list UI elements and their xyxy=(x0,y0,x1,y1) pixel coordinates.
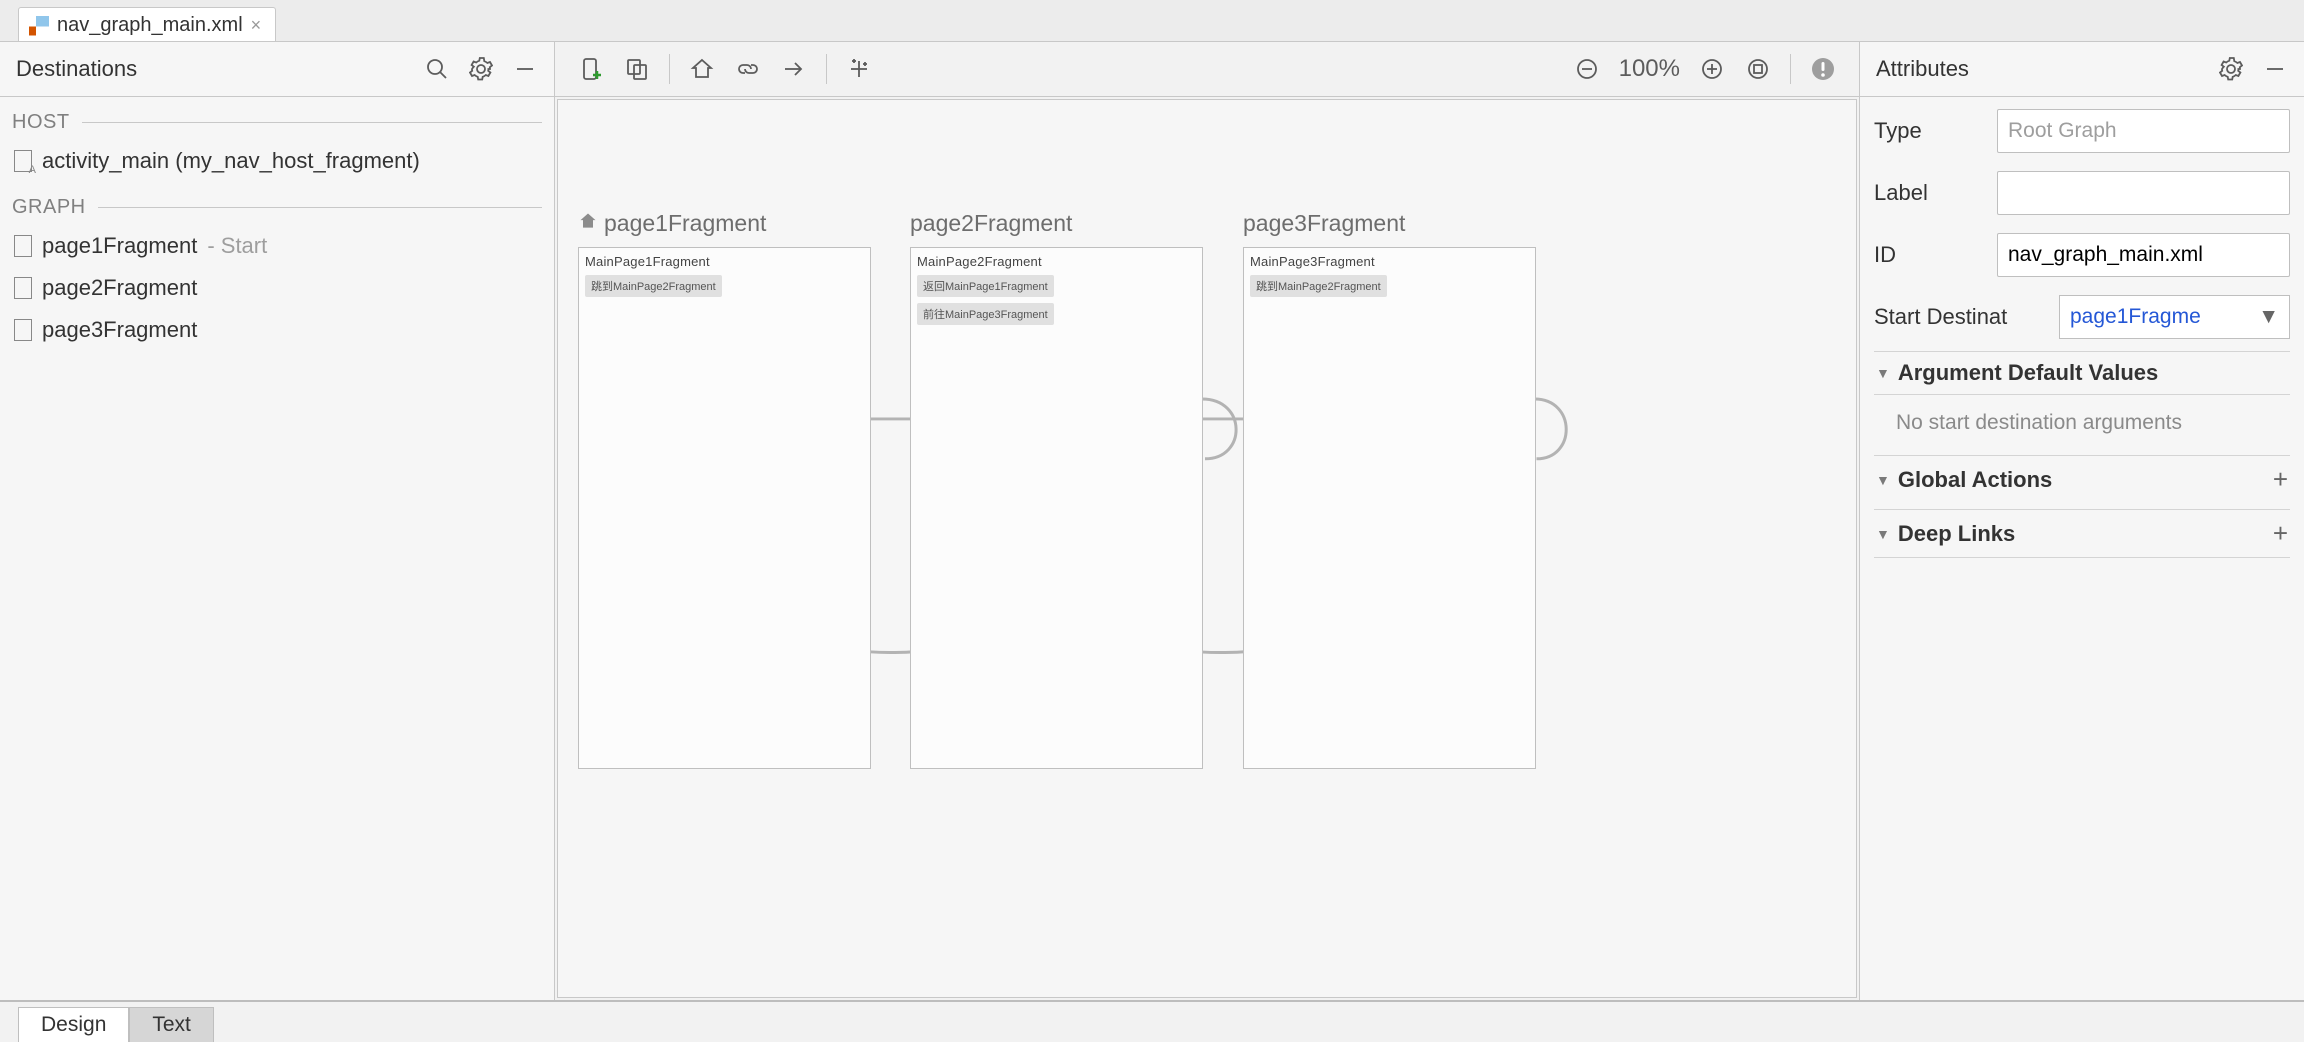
triangle-down-icon: ▼ xyxy=(1876,365,1890,381)
zoom-level[interactable]: 100% xyxy=(1613,55,1686,83)
preview-chip: 前往MainPage3Fragment xyxy=(917,303,1054,325)
section-deep-links[interactable]: ▼ Deep Links + xyxy=(1874,509,2290,558)
canvas-node-page1[interactable]: page1Fragment MainPage1Fragment 跳到MainPa… xyxy=(578,210,871,769)
preview-chip: 跳到MainPage2Fragment xyxy=(585,275,722,297)
toolbar-separator xyxy=(669,54,670,84)
preview-chip: 返回MainPage1Fragment xyxy=(917,275,1054,297)
minimize-icon[interactable] xyxy=(512,56,538,82)
attr-type-label: Type xyxy=(1874,118,1987,144)
activity-icon xyxy=(14,150,32,172)
home-icon xyxy=(578,211,598,237)
tab-text[interactable]: Text xyxy=(129,1007,214,1042)
destinations-title: Destinations xyxy=(16,56,137,82)
attr-start-label: Start Destinat xyxy=(1874,304,2049,330)
canvas-node-preview: MainPage1Fragment 跳到MainPage2Fragment xyxy=(578,247,871,769)
editor-tab-strip: nav_graph_main.xml × xyxy=(0,0,2304,42)
tab-design[interactable]: Design xyxy=(18,1007,129,1042)
preview-chip: 跳到MainPage2Fragment xyxy=(1250,275,1387,297)
attributes-header: Attributes xyxy=(1860,42,2304,97)
editor-pane: 100% xyxy=(555,42,1859,1000)
fragment-icon xyxy=(14,277,32,299)
destinations-header: Destinations xyxy=(0,42,554,97)
action-arrow-icon[interactable] xyxy=(774,49,814,89)
search-icon[interactable] xyxy=(424,56,450,82)
argument-defaults-hint: No start destination arguments xyxy=(1874,401,2290,449)
nested-graph-icon[interactable] xyxy=(617,49,657,89)
destinations-panel: Destinations HOST activity_main (my_nav_… xyxy=(0,42,555,1000)
gear-icon[interactable] xyxy=(468,56,494,82)
graph-item-page2[interactable]: page2Fragment xyxy=(0,267,554,309)
section-header-text: Argument Default Values xyxy=(1898,360,2158,386)
zoom-out-icon[interactable] xyxy=(1567,49,1607,89)
canvas-node-page2[interactable]: page2Fragment MainPage2Fragment 返回MainPa… xyxy=(910,210,1203,769)
host-item-label: activity_main (my_nav_host_fragment) xyxy=(42,148,420,174)
graph-item-label: page2Fragment xyxy=(42,275,197,301)
toolbar-separator xyxy=(826,54,827,84)
attr-start-select[interactable]: page1Fragme ▼ xyxy=(2059,295,2290,339)
graph-item-page3[interactable]: page3Fragment xyxy=(0,309,554,351)
xml-file-icon xyxy=(29,16,49,36)
graph-section-text: GRAPH xyxy=(12,196,86,219)
section-divider xyxy=(82,122,542,123)
canvas-node-title: page3Fragment xyxy=(1243,210,1536,247)
warnings-icon[interactable] xyxy=(1803,49,1843,89)
nav-editor-canvas[interactable]: page1Fragment MainPage1Fragment 跳到MainPa… xyxy=(557,99,1857,998)
canvas-node-preview: MainPage3Fragment 跳到MainPage2Fragment xyxy=(1243,247,1536,769)
host-item-activity-main[interactable]: activity_main (my_nav_host_fragment) xyxy=(0,140,554,182)
home-icon[interactable] xyxy=(682,49,722,89)
attr-type-input[interactable] xyxy=(1997,109,2290,153)
close-icon[interactable]: × xyxy=(251,15,262,36)
section-header-text: Deep Links xyxy=(1898,521,2015,547)
graph-section-label: GRAPH xyxy=(0,182,554,225)
attr-start-value: page1Fragme xyxy=(2070,305,2201,329)
host-section-label: HOST xyxy=(0,97,554,140)
section-divider xyxy=(98,207,542,208)
add-icon[interactable]: + xyxy=(2273,464,2288,495)
canvas-node-title: page2Fragment xyxy=(910,210,1203,247)
file-tab-nav-graph[interactable]: nav_graph_main.xml × xyxy=(18,7,276,41)
new-destination-icon[interactable] xyxy=(571,49,611,89)
attributes-panel: Attributes Type Label ID xyxy=(1859,42,2304,1000)
chevron-down-icon: ▼ xyxy=(2258,305,2279,329)
editor-mode-tabs: Design Text xyxy=(0,1002,2304,1042)
section-header-text: Global Actions xyxy=(1898,467,2052,493)
fragment-icon xyxy=(14,319,32,341)
triangle-down-icon: ▼ xyxy=(1876,526,1890,542)
fragment-icon xyxy=(14,235,32,257)
attributes-title: Attributes xyxy=(1876,56,1969,82)
attr-label-label: Label xyxy=(1874,180,1987,206)
attr-id-input[interactable] xyxy=(1997,233,2290,277)
graph-item-page1[interactable]: page1Fragment - Start xyxy=(0,225,554,267)
graph-item-label: page3Fragment xyxy=(42,317,197,343)
editor-toolbar: 100% xyxy=(555,42,1859,97)
preview-title: MainPage3Fragment xyxy=(1250,254,1529,269)
canvas-node-title: page1Fragment xyxy=(578,210,871,247)
attr-id-label: ID xyxy=(1874,242,1987,268)
gear-icon[interactable] xyxy=(2218,56,2244,82)
link-icon[interactable] xyxy=(728,49,768,89)
minimize-icon[interactable] xyxy=(2262,56,2288,82)
file-tab-label: nav_graph_main.xml xyxy=(57,14,243,37)
section-global-actions[interactable]: ▼ Global Actions + xyxy=(1874,455,2290,503)
toolbar-separator xyxy=(1790,54,1791,84)
workspace: Destinations HOST activity_main (my_nav_… xyxy=(0,42,2304,1002)
host-section-text: HOST xyxy=(12,111,70,134)
zoom-fit-icon[interactable] xyxy=(1738,49,1778,89)
auto-arrange-icon[interactable] xyxy=(839,49,879,89)
graph-item-label: page1Fragment xyxy=(42,233,197,259)
preview-title: MainPage2Fragment xyxy=(917,254,1196,269)
section-argument-defaults[interactable]: ▼ Argument Default Values xyxy=(1874,351,2290,395)
zoom-in-icon[interactable] xyxy=(1692,49,1732,89)
attr-label-input[interactable] xyxy=(1997,171,2290,215)
canvas-node-page3[interactable]: page3Fragment MainPage3Fragment 跳到MainPa… xyxy=(1243,210,1536,769)
preview-title: MainPage1Fragment xyxy=(585,254,864,269)
graph-item-suffix: - Start xyxy=(207,233,267,259)
canvas-node-preview: MainPage2Fragment 返回MainPage1Fragment 前往… xyxy=(910,247,1203,769)
add-icon[interactable]: + xyxy=(2273,518,2288,549)
triangle-down-icon: ▼ xyxy=(1876,472,1890,488)
